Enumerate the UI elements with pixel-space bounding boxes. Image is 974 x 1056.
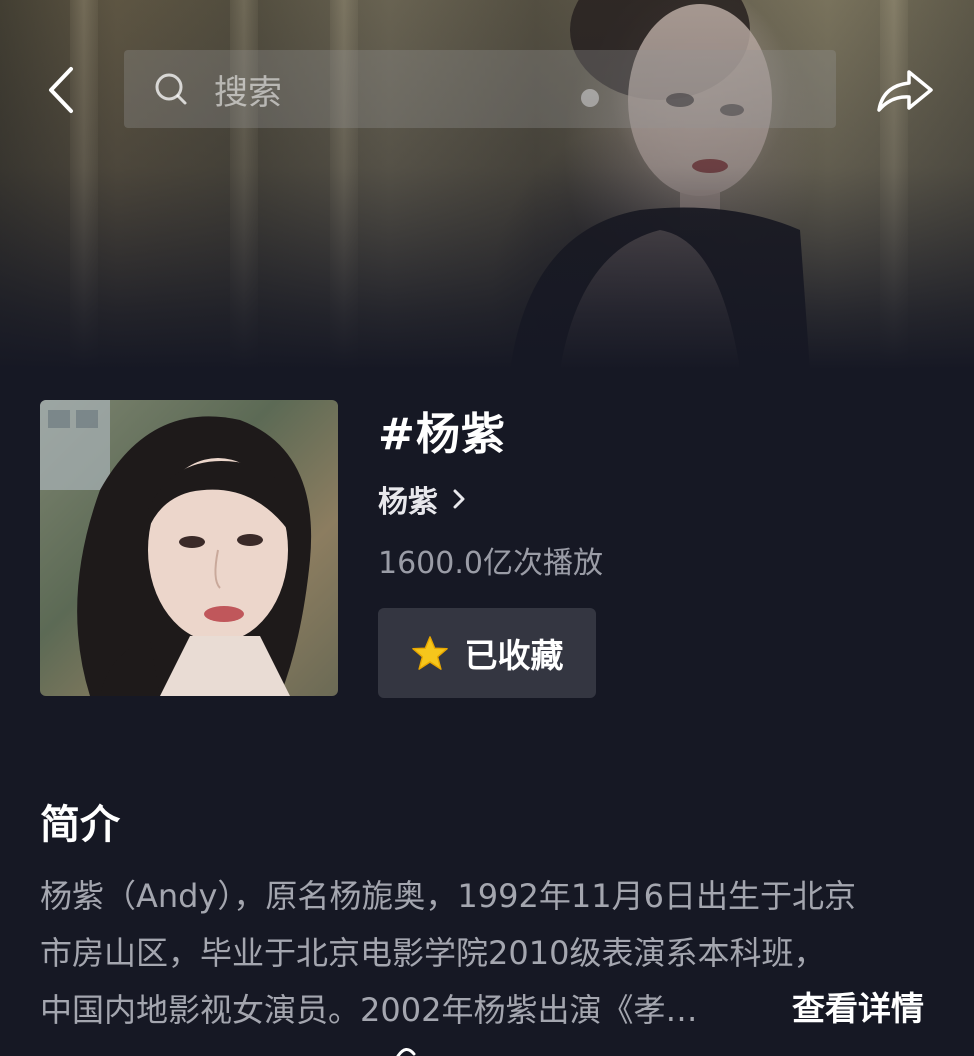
- search-icon: [154, 71, 190, 107]
- back-button[interactable]: [36, 60, 84, 120]
- subject-profile-link[interactable]: 杨紫: [378, 478, 466, 520]
- intro-text: 杨紫（Andy），原名杨旎奥，1992年11月6日出生于北京 市房山区，毕业于北…: [40, 868, 920, 1039]
- search-placeholder: 搜索: [214, 72, 282, 113]
- portrait-photo: [40, 400, 312, 696]
- share-button[interactable]: [872, 60, 938, 120]
- intro-line: 杨紫（Andy），原名杨旎奥，1992年11月6日出生于北京: [40, 877, 856, 915]
- intro-line: 中国内地影视女演员。2002年杨紫出演《孝…: [40, 991, 698, 1029]
- intro-line: 市房山区，毕业于北京电影学院2010级表演系本科班，: [40, 934, 826, 972]
- topic-cover-image[interactable]: [40, 400, 338, 696]
- back-arrow-icon: [49, 67, 73, 113]
- play-count: 1600.0亿次播放: [378, 546, 603, 581]
- favorite-button[interactable]: 已收藏: [378, 608, 596, 698]
- intro-heading: 简介: [40, 802, 120, 848]
- partial-icon: [396, 1048, 416, 1056]
- favorite-label: 已收藏: [464, 636, 564, 675]
- chevron-right-icon: [452, 488, 466, 510]
- star-icon: [411, 636, 448, 670]
- search-input[interactable]: 搜索: [124, 50, 836, 128]
- top-bar: 搜索: [0, 40, 974, 140]
- view-details-link[interactable]: 查看详情: [792, 982, 924, 1030]
- subject-name: 杨紫: [378, 485, 438, 520]
- share-arrow-icon: [877, 70, 933, 112]
- topic-title: #杨紫: [378, 409, 506, 460]
